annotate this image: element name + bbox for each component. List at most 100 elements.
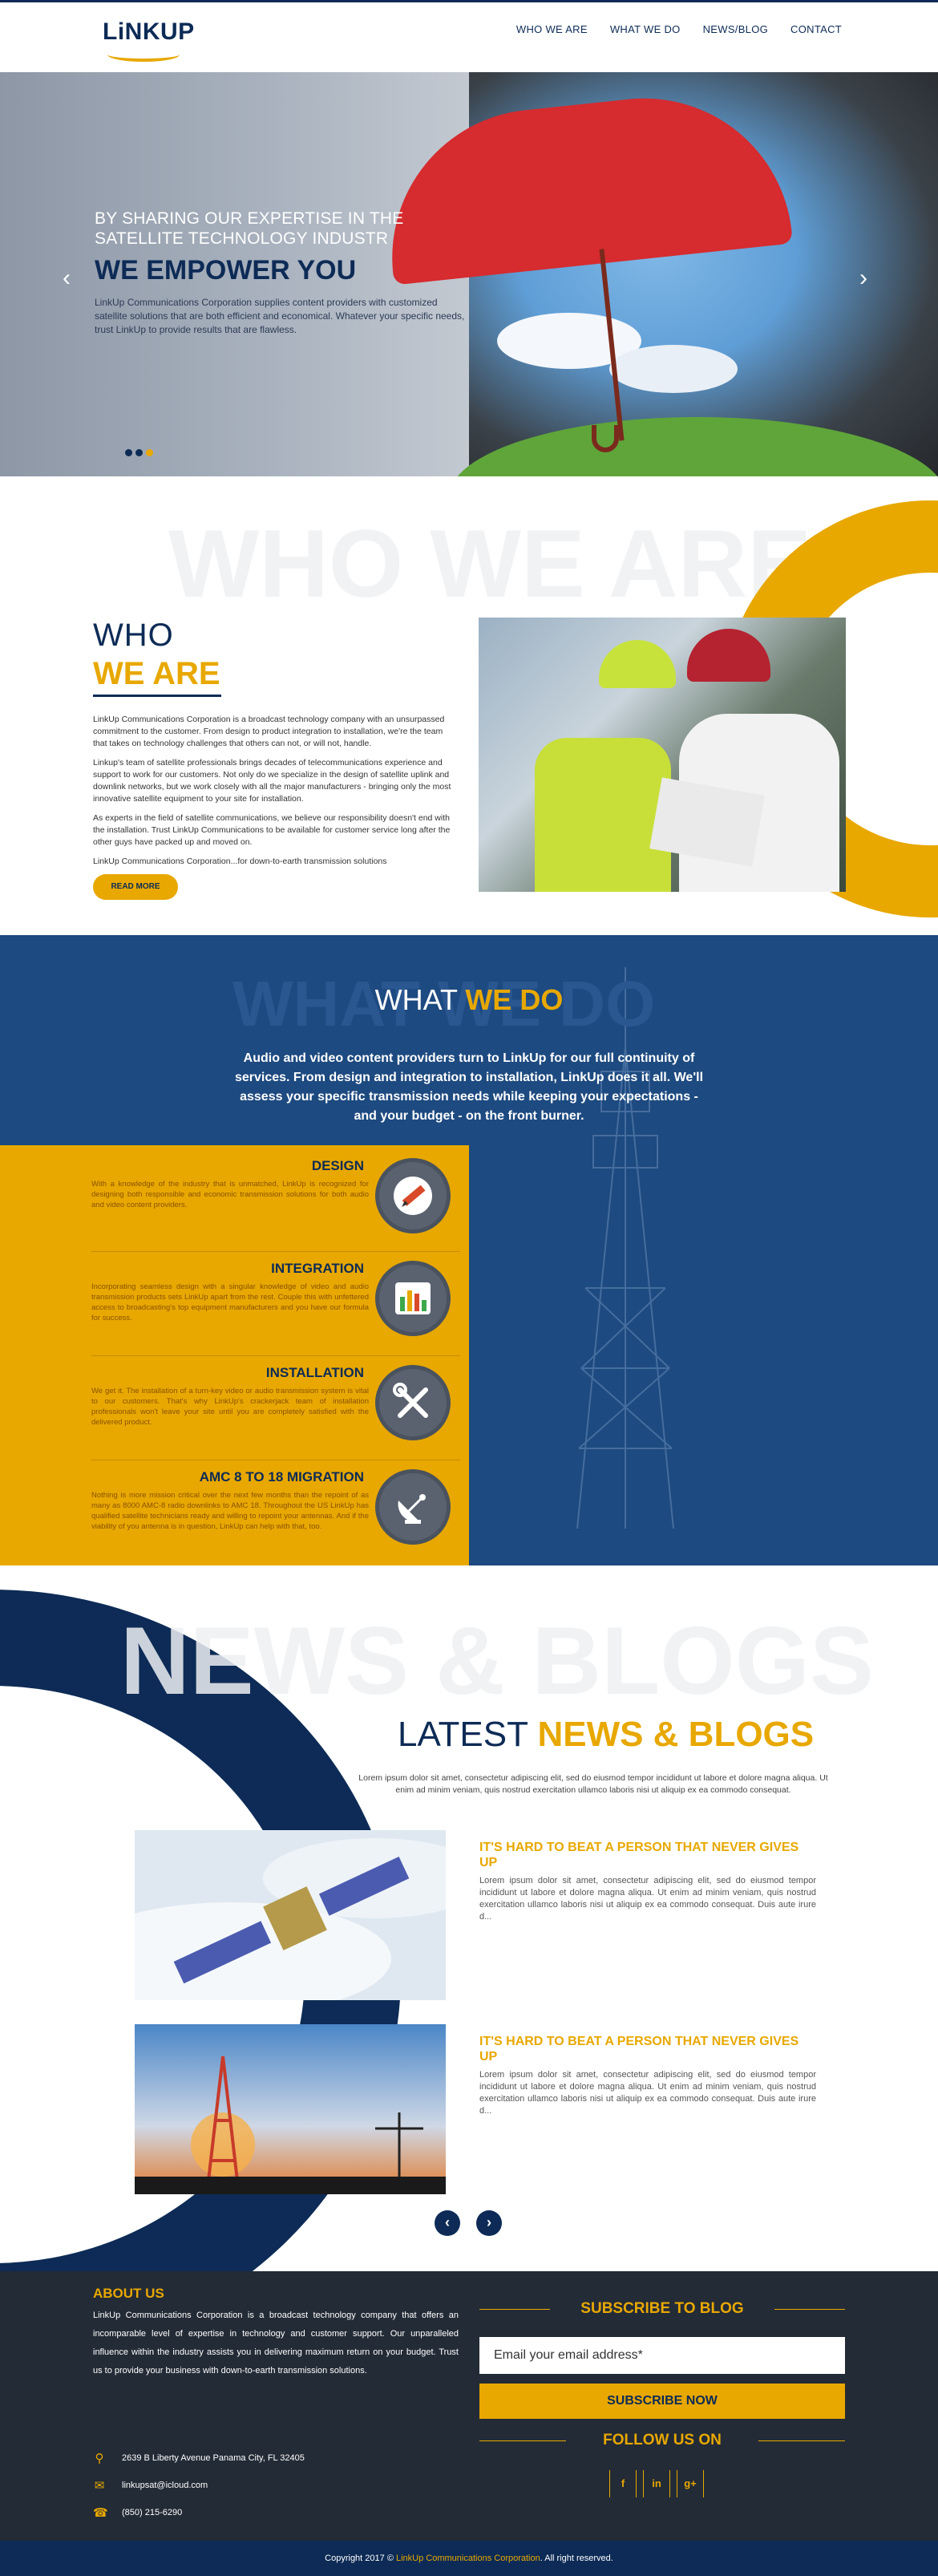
nav-contact[interactable]: CONTACT: [790, 23, 842, 35]
service-title: DESIGN: [311, 1158, 364, 1173]
service-description: With a knowledge of the industry that is…: [91, 1180, 369, 1209]
hero-slider: BY SHARING OUR EXPERTISE IN THE SATELLIT…: [0, 72, 938, 476]
who-we-are-text: LinkUp Communications Corporation is a b…: [93, 714, 459, 875]
satellite-dish-icon: [375, 1469, 451, 1545]
paragraph: As experts in the field of satellite com…: [93, 813, 451, 847]
section-watermark: NEWS & BLOGS: [120, 1607, 875, 1715]
section-title-bold: WE DO: [465, 983, 564, 1016]
contact-email[interactable]: ✉ linkupsat@icloud.com: [93, 2478, 208, 2493]
phone-icon: ☎: [93, 2506, 108, 2520]
photo-hardhat: [599, 640, 676, 688]
nav-who-we-are[interactable]: WHO WE ARE: [516, 23, 588, 35]
workers-photo: [479, 618, 846, 892]
service-description: Nothing is more mission critical over th…: [91, 1491, 369, 1531]
paragraph: LinkUp Communications Corporation is a b…: [93, 715, 445, 748]
subscribe-button[interactable]: SUBSCRIBE NOW: [479, 2384, 845, 2419]
divider: [91, 1355, 460, 1356]
address-text: 2639 B Liberty Avenue Panama City, FL 32…: [122, 2453, 305, 2463]
photo-cap: [687, 629, 770, 682]
hero-caption: BY SHARING OUR EXPERTISE IN THE SATELLIT…: [95, 209, 471, 337]
section-title-bold: NEWS & BLOGS: [537, 1715, 815, 1754]
map-pin-icon: ⚲: [95, 2452, 104, 2465]
post-title[interactable]: IT'S HARD TO BEAT A PERSON THAT NEVER GI…: [479, 2034, 816, 2064]
chevron-left-icon[interactable]: ‹: [435, 2210, 460, 2236]
hero-title: WE EMPOWER YOU: [95, 255, 357, 286]
post-title[interactable]: IT'S HARD TO BEAT A PERSON THAT NEVER GI…: [479, 1840, 816, 1870]
service-title: AMC 8 TO 18 MIGRATION: [199, 1469, 364, 1484]
section-title: LATEST NEWS & BLOGS: [398, 1715, 814, 1755]
post-excerpt: Lorem ipsum dolor sit amet, consectetur …: [479, 1876, 816, 1922]
contact-address: ⚲ 2639 B Liberty Avenue Panama City, FL …: [93, 2451, 305, 2465]
copyright-company-link[interactable]: LinkUp Communications Corporation: [396, 2554, 540, 2563]
chevron-right-icon[interactable]: ›: [476, 2210, 502, 2236]
google-plus-icon[interactable]: g+: [677, 2470, 704, 2497]
service-description: We get it. The installation of a turn-ke…: [91, 1387, 369, 1427]
title-underline: [93, 695, 221, 697]
photo-vest: [535, 738, 671, 892]
social-links: f in g+: [609, 2470, 710, 2497]
hero-umbrella-crook: [592, 425, 619, 452]
site-header: LiNKUP WHO WE ARE WHAT WE DO NEWS/BLOG C…: [0, 0, 938, 71]
main-nav: WHO WE ARE WHAT WE DO NEWS/BLOG CONTACT: [516, 23, 842, 35]
nav-what-we-do[interactable]: WHAT WE DO: [610, 23, 681, 35]
copyright-bar: Copyright 2017 © LinkUp Communications C…: [0, 2541, 938, 2576]
hero-kicker: BY SHARING OUR EXPERTISE IN THE SATELLIT…: [95, 209, 404, 248]
news-section: NEWS & BLOGS LATEST NEWS & BLOGS Lorem i…: [0, 1565, 938, 2271]
phone-text[interactable]: (850) 215-6290: [122, 2508, 182, 2517]
section-title-light: WHO: [93, 618, 174, 653]
read-more-button[interactable]: READ MORE: [93, 874, 178, 900]
section-title-light: LATEST: [398, 1715, 528, 1754]
equalizer-icon: [375, 1261, 451, 1336]
follow-us-heading: FOLLOW US ON: [603, 2432, 722, 2448]
logo-swoosh: [107, 47, 180, 62]
services-panel: DESIGN With a knowledge of the industry …: [0, 1145, 469, 1565]
divider: [91, 1251, 460, 1252]
tools-icon: [375, 1365, 451, 1440]
service-amc-migration: AMC 8 TO 18 MIGRATION Nothing is more mi…: [91, 1463, 460, 1565]
section-title-bold: WE ARE: [93, 656, 220, 691]
section-watermark: WHO WE ARE: [168, 510, 812, 618]
satellite-image[interactable]: [135, 1830, 446, 2000]
tower-sunset-image[interactable]: [135, 2024, 446, 2194]
linkedin-icon[interactable]: in: [643, 2470, 670, 2497]
envelope-icon: ✉: [94, 2479, 105, 2493]
what-we-do-intro: Audio and video content providers turn t…: [234, 1051, 704, 1123]
site-footer: ABOUT US LinkUp Communications Corporati…: [0, 2271, 938, 2541]
service-installation: INSTALLATION We get it. The installation…: [91, 1359, 460, 1463]
news-post: IT'S HARD TO BEAT A PERSON THAT NEVER GI…: [135, 1830, 816, 2000]
hero-cloud: [609, 345, 738, 393]
section-title-light: WHAT: [374, 983, 458, 1016]
subscribe-heading: SUBSCRIBE TO BLOG: [580, 2300, 744, 2317]
hero-description: LinkUp Communications Corporation suppli…: [95, 297, 465, 335]
email-text[interactable]: linkupsat@icloud.com: [122, 2481, 208, 2490]
slider-dots: [125, 449, 153, 456]
service-design: DESIGN With a knowledge of the industry …: [91, 1152, 460, 1256]
chevron-left-icon[interactable]: ‹: [63, 265, 71, 292]
paragraph: Linkup's team of satellite professionals…: [93, 758, 451, 804]
news-post: IT'S HARD TO BEAT A PERSON THAT NEVER GI…: [135, 2024, 816, 2194]
facebook-icon[interactable]: f: [609, 2470, 637, 2497]
linkup-logo[interactable]: LiNKUP: [103, 18, 195, 63]
service-title: INSTALLATION: [265, 1365, 364, 1380]
copyright-suffix: . All right reserved.: [540, 2554, 613, 2563]
news-subtitle: Lorem ipsum dolor sit amet, consectetur …: [358, 1773, 828, 1795]
slider-dot[interactable]: [135, 449, 143, 456]
copyright-prefix: Copyright 2017 ©: [325, 2554, 396, 2563]
section-title: WHAT WE DO: [0, 983, 938, 1017]
about-us-heading: ABOUT US: [93, 2286, 164, 2301]
service-integration: INTEGRATION Incorporating seamless desig…: [91, 1254, 460, 1359]
email-field[interactable]: [479, 2337, 845, 2374]
nav-news-blog[interactable]: NEWS/BLOG: [703, 23, 768, 35]
about-us-text: LinkUp Communications Corporation is a b…: [93, 2311, 459, 2376]
chevron-right-icon[interactable]: ›: [859, 265, 867, 292]
pencil-icon: [375, 1158, 451, 1233]
slider-dot-active[interactable]: [146, 449, 153, 456]
paragraph: LinkUp Communications Corporation...for …: [93, 857, 387, 866]
contact-phone[interactable]: ☎ (850) 215-6290: [93, 2505, 182, 2520]
post-excerpt: Lorem ipsum dolor sit amet, consectetur …: [479, 2070, 816, 2116]
logo-text: LiNKUP: [103, 18, 195, 45]
service-title: INTEGRATION: [271, 1261, 364, 1276]
what-we-do-section: WHAT WE DO WHAT WE DO Audio and video co…: [0, 935, 938, 1565]
slider-dot[interactable]: [125, 449, 132, 456]
who-we-are-section: WHO WE ARE WHO WE ARE LinkUp Communicati…: [0, 476, 938, 935]
